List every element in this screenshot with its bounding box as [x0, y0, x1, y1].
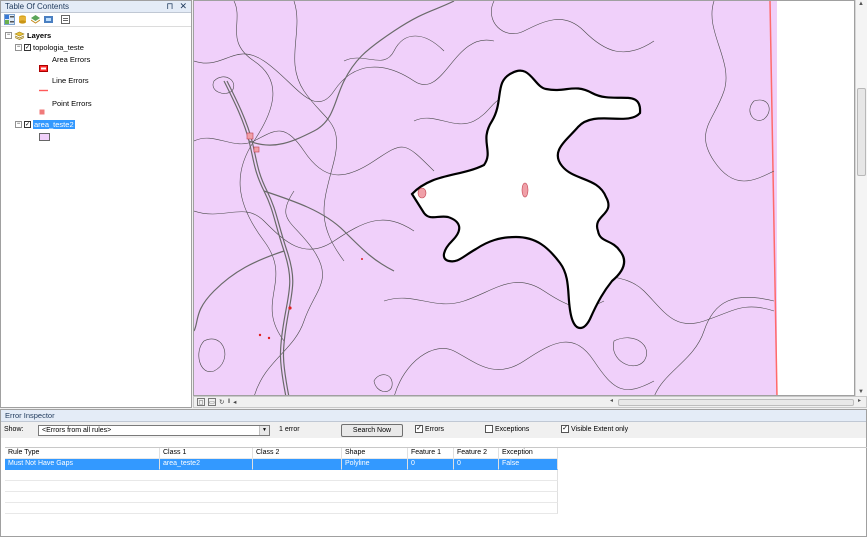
topology-layer-node[interactable]: − ✓ topologia_teste [15, 43, 84, 52]
error-inspector-title: Error Inspector [1, 410, 866, 422]
exceptions-checkbox-label: Exceptions [495, 425, 530, 433]
column-header-class-2[interactable]: Class 2 [253, 448, 342, 459]
table-of-contents-panel: Table Of Contents ⊓ ✕ − Layers − ✓ topol… [0, 0, 192, 408]
visible-extent-checkbox-box[interactable]: ✓ [561, 425, 569, 433]
area-error-swatch [39, 65, 48, 72]
column-header-exception[interactable]: Exception [499, 448, 558, 459]
cell-rule-type: Must Not Have Gaps [5, 459, 160, 470]
data-view-icon[interactable]: ◻ [197, 398, 205, 406]
toc-title: Table Of Contents [5, 2, 70, 11]
exceptions-checkbox-box[interactable] [485, 425, 493, 433]
layout-view-icon[interactable]: ▭ [208, 398, 216, 406]
scroll-down-icon[interactable]: ▼ [858, 389, 864, 395]
refresh-icon[interactable]: ↻ [219, 398, 224, 406]
area-layer-swatch [39, 133, 50, 141]
scroll-up-icon[interactable]: ▲ [858, 1, 864, 7]
area-layer-label[interactable]: area_teste2 [33, 120, 75, 129]
column-header-class-1[interactable]: Class 1 [160, 448, 253, 459]
show-label: Show: [4, 426, 24, 433]
errors-checkbox-label: Errors [425, 425, 445, 433]
empty-row [5, 492, 867, 503]
scroll-left-icon[interactable]: ◂ [610, 397, 613, 404]
arcmap-window: Table Of Contents ⊓ ✕ − Layers − ✓ topol… [0, 0, 867, 537]
error-count: 1 error [279, 426, 300, 433]
column-header-rule-type[interactable]: Rule Type [5, 448, 160, 459]
close-icon[interactable]: ✕ [179, 1, 187, 12]
toc-toolbar [1, 13, 191, 27]
column-header-feature-1[interactable]: Feature 1 [408, 448, 454, 459]
map-footer-bar: ◻ ▭ ↻ ‖ ◂ ◂ ▸ [193, 396, 867, 408]
errors-checkbox-box[interactable]: ✓ [415, 425, 423, 433]
chevron-down-icon[interactable]: ▼ [259, 426, 269, 435]
pin-icon[interactable]: ⊓ [166, 1, 173, 12]
scroll-thumb[interactable] [857, 88, 866, 176]
cell-exception: False [499, 459, 558, 470]
empty-row [5, 503, 867, 514]
show-rules-value: <Errors from all rules> [42, 427, 112, 434]
search-now-button[interactable]: Search Now [341, 424, 403, 437]
list-by-source-icon[interactable] [17, 14, 28, 25]
errors-checkbox[interactable]: ✓ Errors [415, 425, 444, 433]
options-icon[interactable] [60, 14, 71, 25]
empty-row [5, 481, 867, 492]
collapse-icon[interactable]: − [15, 121, 22, 128]
column-header-shape[interactable]: Shape [342, 448, 408, 459]
cell-shape: Polyline [342, 459, 408, 470]
table-header-row: Rule Type Class 1 Class 2 Shape Feature … [5, 448, 867, 459]
line-errors-label: Line Errors [52, 76, 89, 85]
cell-class-1: area_teste2 [160, 459, 253, 470]
list-by-selection-icon[interactable] [43, 14, 54, 25]
layers-label: Layers [27, 31, 52, 40]
scroll-left-small-icon[interactable]: ◂ [233, 398, 236, 406]
map-horizontal-scrollbar[interactable] [618, 399, 854, 406]
map-view[interactable] [193, 0, 855, 396]
layers-stack-icon [14, 31, 25, 40]
exceptions-checkbox[interactable]: Exceptions [485, 425, 529, 433]
point-error-swatch [39, 109, 45, 115]
visibility-checkbox[interactable]: ✓ [24, 121, 31, 128]
cell-class-2 [253, 459, 342, 470]
column-header-feature-2[interactable]: Feature 2 [454, 448, 499, 459]
collapse-icon[interactable]: − [5, 32, 12, 39]
pause-icon[interactable]: ‖ [227, 398, 230, 406]
empty-row [5, 470, 867, 481]
cell-feature-1: 0 [408, 459, 454, 470]
line-error-swatch [39, 89, 48, 92]
cell-feature-2: 0 [454, 459, 499, 470]
point-errors-label: Point Errors [52, 99, 92, 108]
area-layer-node[interactable]: − ✓ area_teste2 [15, 120, 75, 129]
error-inspector-panel: Error Inspector Show: <Errors from all r… [0, 409, 867, 537]
list-by-visibility-icon[interactable] [30, 14, 41, 25]
visible-extent-checkbox-label: Visible Extent only [571, 425, 629, 433]
list-by-drawing-order-icon[interactable] [4, 14, 15, 25]
topology-layer-label: topologia_teste [33, 43, 84, 52]
map-vertical-scrollbar[interactable]: ▲ ▼ [855, 0, 867, 396]
table-row[interactable]: Must Not Have Gaps area_teste2 Polyline … [5, 459, 867, 470]
visible-extent-checkbox[interactable]: ✓ Visible Extent only [561, 425, 628, 433]
visibility-checkbox[interactable]: ✓ [24, 44, 31, 51]
errors-table: Rule Type Class 1 Class 2 Shape Feature … [5, 447, 867, 537]
scroll-right-icon[interactable]: ▸ [858, 397, 861, 404]
collapse-icon[interactable]: − [15, 44, 22, 51]
toc-title-bar: Table Of Contents ⊓ ✕ [1, 1, 191, 13]
show-rules-dropdown[interactable]: <Errors from all rules> ▼ [38, 425, 270, 436]
layers-node[interactable]: − Layers [5, 31, 51, 40]
error-inspector-toolbar: Show: <Errors from all rules> ▼ 1 error … [1, 422, 866, 438]
area-errors-label: Area Errors [52, 55, 91, 64]
